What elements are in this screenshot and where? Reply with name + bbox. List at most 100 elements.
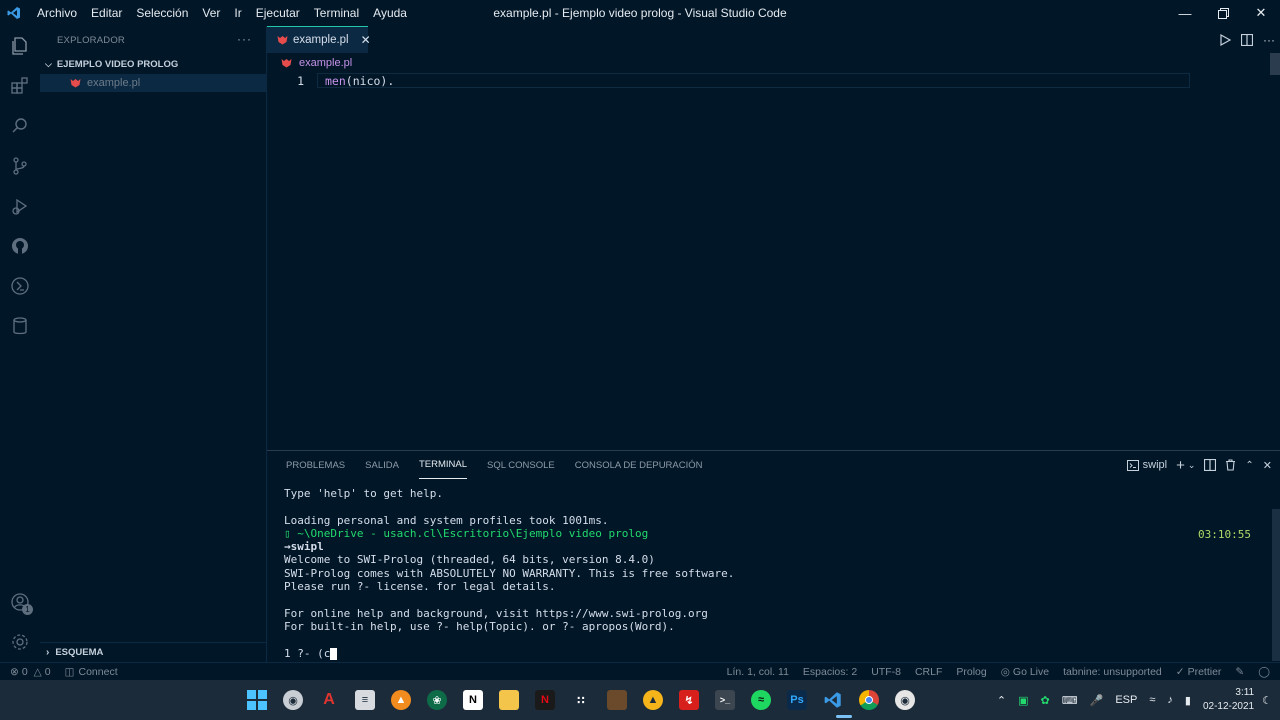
wifi-icon[interactable]: ≈ <box>1149 694 1155 706</box>
app-vscode-icon[interactable] <box>815 680 851 720</box>
input-language[interactable]: ESP <box>1115 694 1137 706</box>
tray-app-leaf-icon[interactable]: ✿ <box>1041 694 1050 707</box>
focus-assist-icon[interactable]: ☾ <box>1262 694 1272 707</box>
menu-archivo[interactable]: Archivo <box>30 0 84 26</box>
app-folder-icon[interactable] <box>491 680 527 720</box>
tab-problemas[interactable]: PROBLEMAS <box>286 451 345 479</box>
remote-icon[interactable] <box>0 266 40 306</box>
terminal-output[interactable]: Type 'help' to get help. Loading persona… <box>284 487 1264 660</box>
feedback-icon[interactable]: ✎ <box>1235 666 1244 678</box>
maximize-button[interactable] <box>1204 0 1242 26</box>
tabnine-status[interactable]: tabnine: unsupported <box>1063 666 1162 678</box>
language-mode[interactable]: Prolog <box>956 666 986 678</box>
tab-consola-depuracion[interactable]: CONSOLA DE DEPURACIÓN <box>575 451 703 479</box>
app-tidal-icon[interactable]: ∷ <box>563 680 599 720</box>
menu-ejecutar[interactable]: Ejecutar <box>249 0 307 26</box>
tab-terminal[interactable]: TERMINAL <box>418 451 467 479</box>
file-item-example-pl[interactable]: example.pl <box>40 74 266 92</box>
notifications-bell-icon[interactable]: ◯ <box>1258 666 1270 678</box>
chevron-up-icon[interactable]: ⌃ <box>997 694 1006 707</box>
chevron-down-icon[interactable]: ⌄ <box>1188 460 1196 471</box>
source-control-icon[interactable] <box>0 146 40 186</box>
extensions-icon[interactable] <box>0 66 40 106</box>
indentation[interactable]: Espacios: 2 <box>803 666 857 678</box>
encoding[interactable]: UTF-8 <box>871 666 901 678</box>
problems-status[interactable]: ⊗ 0 △ 0 <box>10 666 51 678</box>
menu-ver[interactable]: Ver <box>195 0 227 26</box>
app-terminal-icon[interactable]: >_ <box>707 680 743 720</box>
accounts-icon[interactable]: 1 <box>0 582 40 622</box>
app-spotify-icon[interactable]: ≈ <box>743 680 779 720</box>
split-editor-icon[interactable] <box>1236 33 1258 46</box>
go-live[interactable]: ◎ Go Live <box>1001 666 1049 678</box>
explorer-title: EXPLORADOR <box>57 34 125 46</box>
battery-icon[interactable]: ▮ <box>1185 694 1191 707</box>
run-debug-icon[interactable] <box>0 186 40 226</box>
title-bar: Archivo Editar Selección Ver Ir Ejecutar… <box>0 0 1280 26</box>
keyboard-icon[interactable]: ⌨ <box>1062 694 1078 707</box>
terminal-selector[interactable]: swipl <box>1126 459 1168 471</box>
tab-salida[interactable]: SALIDA <box>365 451 399 479</box>
status-right: Lín. 1, col. 11 Espacios: 2 UTF-8 CRLF P… <box>727 663 1280 681</box>
app-chrome-icon[interactable] <box>851 680 887 720</box>
terminal-timestamp: 03:10:55 <box>1198 528 1251 541</box>
editor-scrollbar[interactable] <box>1270 53 1280 75</box>
app-notion-icon[interactable]: N <box>455 680 491 720</box>
terminal-cursor <box>330 647 338 660</box>
run-file-icon[interactable] <box>1214 33 1236 46</box>
tab-sql-console[interactable]: SQL CONSOLE <box>487 451 555 479</box>
menu-editar[interactable]: Editar <box>84 0 129 26</box>
connect-label: Connect <box>78 665 118 678</box>
windows-start-icon[interactable] <box>239 680 275 720</box>
database-icon[interactable] <box>0 306 40 346</box>
terminal-scrollbar[interactable] <box>1272 509 1280 661</box>
terminal-prompt: 1 ?- (c <box>284 646 331 660</box>
menu-ayuda[interactable]: Ayuda <box>366 0 414 26</box>
more-actions-icon[interactable]: ··· <box>237 32 252 46</box>
split-terminal-icon[interactable] <box>1204 459 1217 471</box>
tab-close-icon[interactable]: ✕ <box>361 33 371 47</box>
breadcrumb-file[interactable]: example.pl <box>299 57 352 69</box>
clock[interactable]: 3:11 02-12-2021 <box>1203 686 1254 714</box>
editor-actions: ··· <box>1214 26 1280 53</box>
trash-icon[interactable] <box>1225 459 1236 471</box>
terminal-line: Type 'help' to get help. <box>284 487 443 500</box>
end-of-line[interactable]: CRLF <box>915 666 942 678</box>
tab-example-pl[interactable]: example.pl ✕ <box>267 26 371 53</box>
menu-terminal[interactable]: Terminal <box>307 0 366 26</box>
app-obs-icon[interactable]: ◉ <box>887 680 923 720</box>
files-icon[interactable] <box>0 26 40 66</box>
cursor-position[interactable]: Lín. 1, col. 11 <box>727 666 789 678</box>
app-neo4j-icon[interactable]: ❀ <box>419 680 455 720</box>
app-netflix-icon[interactable]: N <box>527 680 563 720</box>
minimize-button[interactable]: — <box>1166 0 1204 26</box>
close-panel-icon[interactable]: ✕ <box>1263 459 1272 472</box>
app-photoshop-icon[interactable]: Ps <box>779 680 815 720</box>
github-icon[interactable] <box>0 226 40 266</box>
menu-seleccion[interactable]: Selección <box>129 0 195 26</box>
app-acrobat-icon[interactable]: A <box>311 680 347 720</box>
app-minecraft-icon[interactable] <box>599 680 635 720</box>
terminal-name: swipl <box>1142 459 1168 471</box>
menu-ir[interactable]: Ir <box>227 0 248 26</box>
volume-icon[interactable]: ♪ <box>1167 694 1173 706</box>
outline-section[interactable]: › ESQUEMA <box>40 642 267 662</box>
code-editor[interactable]: 1 men(nico). <box>267 73 1280 448</box>
app-calculator-icon[interactable]: ≡ <box>347 680 383 720</box>
search-icon[interactable] <box>0 106 40 146</box>
new-terminal-icon[interactable]: + <box>1176 457 1185 474</box>
app-shield-icon[interactable]: ◉ <box>275 680 311 720</box>
app-vlc-icon[interactable]: ▲ <box>635 680 671 720</box>
app-mango-icon[interactable]: ▲ <box>383 680 419 720</box>
app-pdf-icon[interactable]: ↯ <box>671 680 707 720</box>
microphone-icon[interactable]: 🎤 <box>1090 694 1104 707</box>
prettier[interactable]: ✓ Prettier <box>1176 666 1222 678</box>
connect-status[interactable]: ◫ Connect <box>65 666 118 678</box>
tray-app-green-icon[interactable]: ▣ <box>1018 694 1028 707</box>
editor-more-icon[interactable]: ··· <box>1258 33 1280 47</box>
folder-section[interactable]: ⌵ EJEMPLO VIDEO PROLOG <box>40 54 266 74</box>
settings-gear-icon[interactable] <box>0 622 40 662</box>
close-button[interactable]: ✕ <box>1242 0 1280 26</box>
maximize-panel-icon[interactable]: ⌃ <box>1245 460 1253 471</box>
